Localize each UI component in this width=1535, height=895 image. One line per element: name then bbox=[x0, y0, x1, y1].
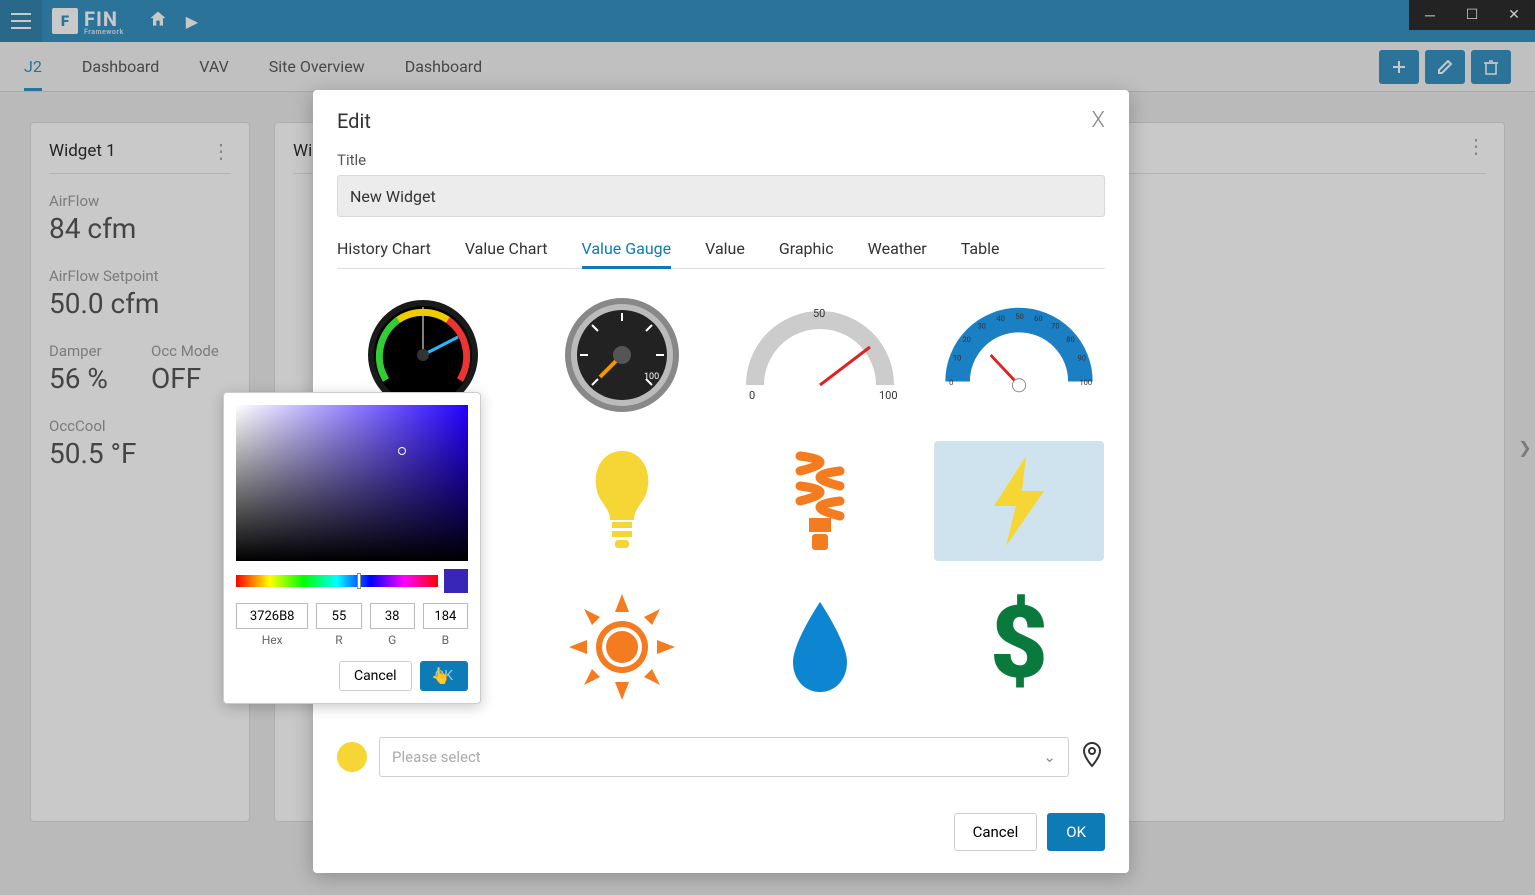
svg-text:100: 100 bbox=[1079, 378, 1092, 387]
color-hue-slider[interactable] bbox=[236, 575, 438, 587]
svg-text:0: 0 bbox=[949, 378, 953, 387]
svg-text:100: 100 bbox=[879, 389, 898, 402]
svg-text:30: 30 bbox=[977, 322, 985, 331]
b-input[interactable] bbox=[423, 603, 468, 629]
dialog-cancel-button[interactable]: Cancel bbox=[954, 813, 1038, 851]
tab-value[interactable]: Value bbox=[705, 239, 745, 268]
tab-table[interactable]: Table bbox=[961, 239, 1000, 268]
tab-graphic[interactable]: Graphic bbox=[779, 239, 834, 268]
gauge-option-chrome-dial[interactable]: 100 bbox=[537, 295, 707, 415]
location-pin-icon[interactable] bbox=[1081, 742, 1105, 772]
svg-text:80: 80 bbox=[1066, 335, 1074, 344]
dialog-ok-button[interactable]: OK bbox=[1047, 813, 1105, 851]
color-saturation-value-area[interactable] bbox=[236, 405, 468, 561]
svg-text:20: 20 bbox=[962, 335, 970, 344]
gauge-option-dollar-icon[interactable]: $ bbox=[934, 587, 1104, 707]
svg-text:70: 70 bbox=[1051, 322, 1059, 331]
color-swatch[interactable] bbox=[337, 742, 367, 772]
r-input[interactable] bbox=[316, 603, 361, 629]
gauge-option-sun-icon[interactable] bbox=[537, 587, 707, 707]
colorpicker-ok-button[interactable]: OK 👆 bbox=[420, 661, 468, 691]
gauge-option-lightning-icon[interactable] bbox=[934, 441, 1104, 561]
gauge-option-bulb-icon[interactable] bbox=[537, 441, 707, 561]
chevron-down-icon: ⌄ bbox=[1043, 748, 1056, 766]
b-label: B bbox=[423, 633, 468, 647]
svg-text:$: $ bbox=[990, 592, 1048, 702]
tab-history-chart[interactable]: History Chart bbox=[337, 239, 431, 268]
svg-text:60: 60 bbox=[1034, 314, 1042, 323]
svg-text:50: 50 bbox=[813, 307, 825, 320]
g-label: G bbox=[370, 633, 415, 647]
hex-label: Hex bbox=[236, 633, 308, 647]
point-select-dropdown[interactable]: Please select ⌄ bbox=[379, 737, 1069, 777]
svg-text:50: 50 bbox=[1015, 312, 1023, 321]
select-placeholder: Please select bbox=[392, 748, 481, 766]
color-picker-popover: Hex R G B Cancel OK 👆 bbox=[223, 392, 481, 704]
cursor-hand-icon: 👆 bbox=[431, 666, 451, 685]
hex-input[interactable] bbox=[236, 603, 308, 629]
svg-text:10: 10 bbox=[953, 354, 961, 363]
tab-value-gauge[interactable]: Value Gauge bbox=[582, 239, 672, 268]
dialog-title: Edit bbox=[337, 109, 371, 133]
gauge-option-water-drop-icon[interactable] bbox=[735, 587, 905, 707]
widget-title-input[interactable] bbox=[337, 175, 1105, 217]
g-input[interactable] bbox=[370, 603, 415, 629]
svg-text:40: 40 bbox=[996, 314, 1004, 323]
gauge-option-semi-arc[interactable]: 0 50 100 bbox=[735, 295, 905, 415]
dialog-close-icon[interactable]: X bbox=[1092, 108, 1105, 133]
widget-type-tabs: History Chart Value Chart Value Gauge Va… bbox=[337, 239, 1105, 269]
color-preview-swatch bbox=[444, 569, 468, 593]
gauge-option-blue-arc[interactable]: 0 10 20 30 40 50 60 70 80 90 100 bbox=[934, 295, 1104, 415]
colorpicker-cancel-button[interactable]: Cancel bbox=[339, 661, 412, 691]
hue-cursor[interactable] bbox=[357, 573, 361, 589]
svg-text:0: 0 bbox=[749, 389, 755, 402]
gauge-option-cfl-bulb-icon[interactable] bbox=[735, 441, 905, 561]
tab-weather[interactable]: Weather bbox=[868, 239, 927, 268]
r-label: R bbox=[316, 633, 361, 647]
title-field-label: Title bbox=[337, 151, 1105, 169]
sv-cursor[interactable] bbox=[398, 447, 406, 455]
svg-text:90: 90 bbox=[1077, 354, 1085, 363]
tab-value-chart[interactable]: Value Chart bbox=[465, 239, 548, 268]
svg-text:100: 100 bbox=[644, 372, 659, 382]
